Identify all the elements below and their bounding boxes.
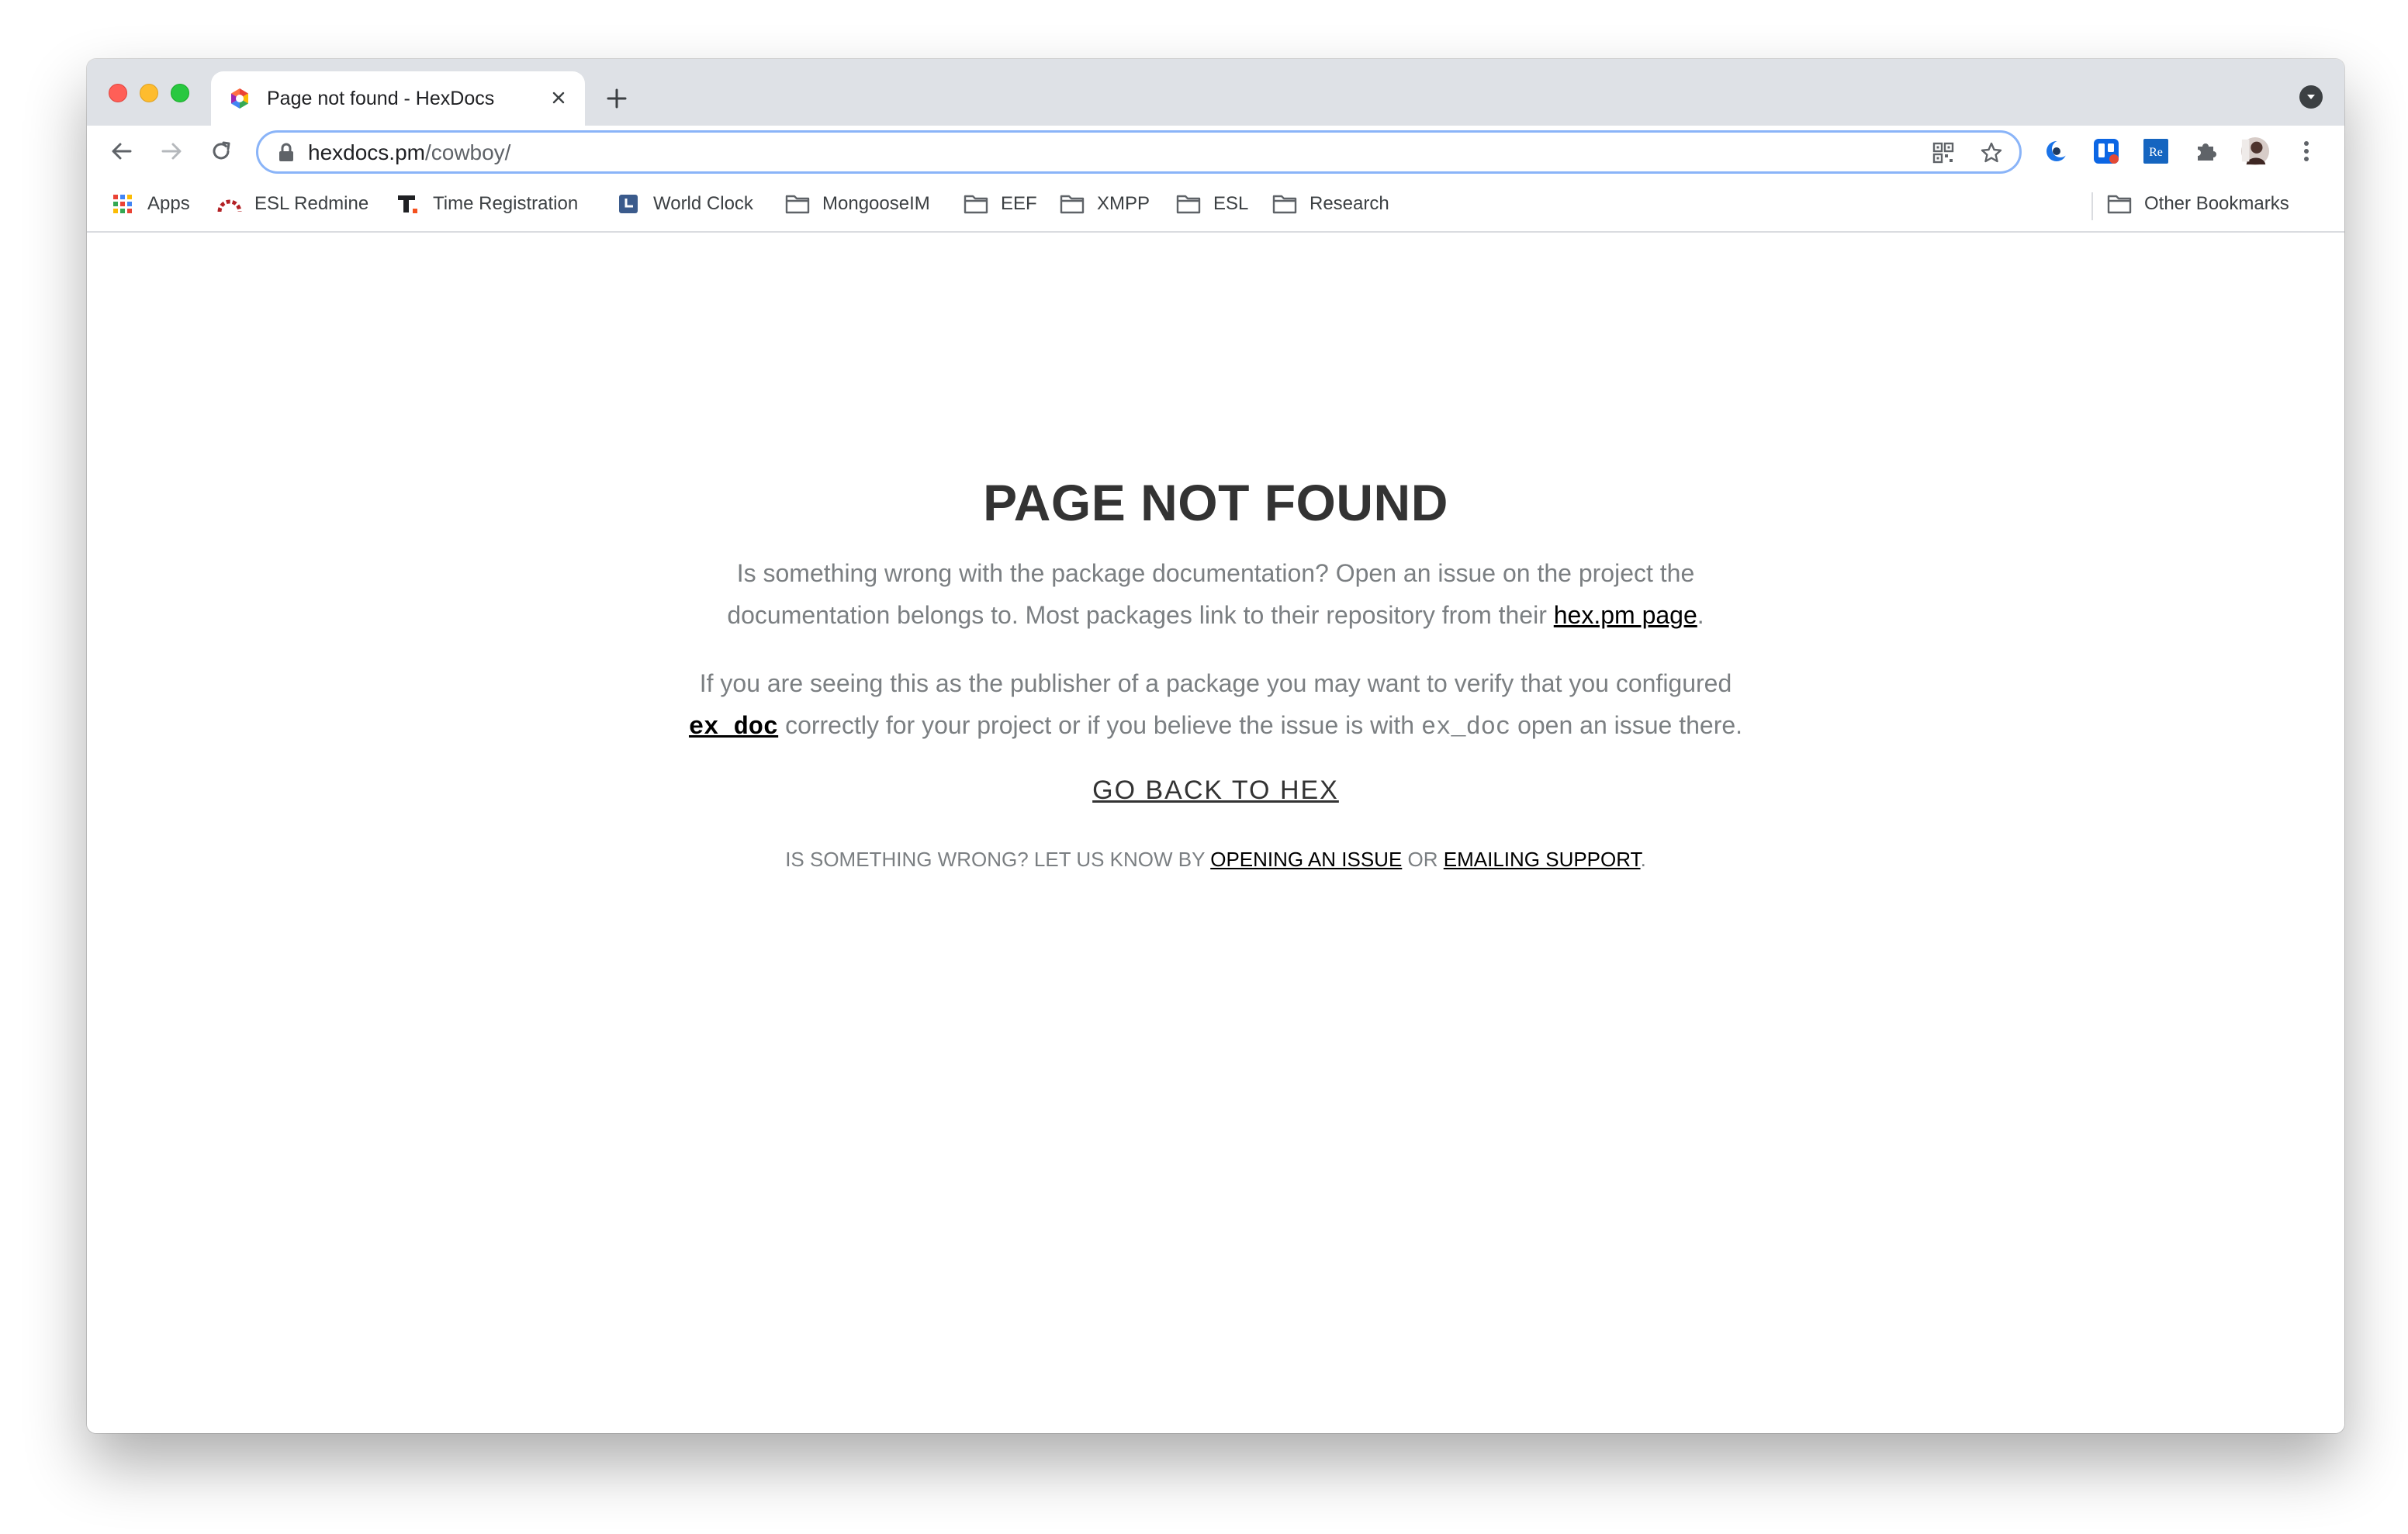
address-bar[interactable]: hexdocs.pm/cowboy/ — [256, 130, 2022, 174]
bookmark-time-registration[interactable]: Time Registration — [396, 191, 578, 217]
bookmark-label: MongooseIM — [822, 193, 930, 214]
page-content: PAGE NOT FOUND Is something wrong with t… — [87, 233, 2344, 1433]
svg-text:Re: Re — [2149, 146, 2163, 159]
publisher-paragraph: If you are seeing this as the publisher … — [673, 662, 1759, 748]
browser-menu-kebab-icon[interactable] — [2292, 136, 2321, 166]
folder-icon — [2107, 193, 2132, 215]
support-footer-end: . — [1640, 848, 1646, 871]
bookmark-other-bookmarks[interactable]: Other Bookmarks — [2107, 191, 2289, 217]
bookmark-label: Apps — [147, 193, 190, 214]
world-clock-icon — [616, 193, 641, 215]
reload-icon[interactable] — [203, 133, 239, 169]
help-paragraph: Is something wrong with the package docu… — [673, 552, 1759, 636]
bookmark-label: ESL — [1213, 193, 1249, 214]
bookmark-star-icon[interactable] — [1977, 139, 2005, 167]
bookmark-folder-eef[interactable]: EEF — [964, 191, 1037, 217]
support-footer: IS SOMETHING WRONG? LET US KNOW BY OPENI… — [87, 847, 2344, 872]
bookmark-apps[interactable]: Apps — [110, 191, 190, 217]
apps-grid-icon — [110, 193, 135, 215]
window-maximize-button[interactable] — [171, 84, 189, 102]
bookmark-folder-xmpp[interactable]: XMPP — [1060, 191, 1150, 217]
bookmark-label: Other Bookmarks — [2144, 193, 2289, 214]
browser-window: Page not found - HexDocs hexdocs.pm/cowb… — [87, 59, 2344, 1433]
page-title: PAGE NOT FOUND — [983, 474, 1448, 531]
ex-doc-link[interactable]: ex_doc — [688, 711, 779, 741]
bookmark-folder-research[interactable]: Research — [1272, 191, 1389, 217]
url-text[interactable]: hexdocs.pm/cowboy/ — [308, 140, 510, 165]
new-tab-plus-icon[interactable] — [600, 82, 633, 115]
help-paragraph-text: Is something wrong with the package docu… — [727, 559, 1695, 629]
moon-extension-icon[interactable] — [2042, 136, 2071, 166]
trello-extension-icon[interactable] — [2091, 136, 2121, 166]
folder-icon — [1176, 193, 1201, 215]
qr-code-icon[interactable] — [1929, 139, 1957, 167]
bookmark-label: EEF — [1001, 193, 1037, 214]
readcube-extension-icon[interactable]: Re — [2141, 136, 2171, 166]
bookmark-esl-redmine[interactable]: ESL Redmine — [217, 191, 368, 217]
browser-toolbar: hexdocs.pm/cowboy/ Re — [87, 126, 2344, 177]
profile-avatar[interactable] — [2240, 136, 2270, 166]
bookmarks-bar: Apps ESL Redmine Time Registration World… — [87, 177, 2344, 233]
screenshot-stage: Page not found - HexDocs hexdocs.pm/cowb… — [0, 0, 2408, 1534]
bookmark-label: XMPP — [1097, 193, 1150, 214]
bookmark-folder-esl[interactable]: ESL — [1176, 191, 1248, 217]
folder-icon — [1060, 193, 1085, 215]
tab-active[interactable]: Page not found - HexDocs — [211, 71, 585, 126]
hex-pm-page-link[interactable]: hex.pm page — [1554, 601, 1697, 629]
bookmark-label: World Clock — [653, 193, 753, 214]
bookmark-label: Research — [1310, 193, 1389, 214]
support-footer-prefix: IS SOMETHING WRONG? LET US KNOW BY — [785, 848, 1211, 871]
back-arrow-icon[interactable] — [104, 133, 140, 169]
bookmarks-separator — [2091, 192, 2093, 220]
redmine-icon — [217, 193, 242, 215]
ex-doc-inline-code: ex_doc — [1420, 713, 1511, 741]
bookmark-folder-mongooseim[interactable]: MongooseIM — [785, 191, 930, 217]
tab-search-chevron-icon[interactable] — [2299, 85, 2323, 109]
publisher-paragraph-mid: correctly for your project or if you bel… — [778, 711, 1421, 739]
bookmark-label: ESL Redmine — [254, 193, 369, 214]
time-registration-icon — [396, 193, 420, 215]
extensions-puzzle-icon[interactable] — [2191, 136, 2220, 166]
publisher-paragraph-end: open an issue there. — [1510, 711, 1743, 739]
opening-an-issue-link[interactable]: OPENING AN ISSUE — [1210, 848, 1402, 871]
bookmark-label: Time Registration — [433, 193, 579, 214]
emailing-support-link[interactable]: EMAILING SUPPORT — [1444, 848, 1641, 871]
support-footer-or: OR — [1402, 848, 1444, 871]
bookmark-world-clock[interactable]: World Clock — [616, 191, 753, 217]
forward-arrow-icon[interactable] — [154, 133, 189, 169]
help-paragraph-end: . — [1697, 601, 1704, 629]
go-back-to-hex-link[interactable]: GO BACK TO HEX — [1092, 776, 1339, 805]
lock-icon[interactable] — [277, 143, 296, 163]
folder-icon — [964, 193, 988, 215]
ex-doc-link-code: ex_doc — [688, 713, 779, 741]
title-bar: Page not found - HexDocs — [87, 59, 2344, 126]
folder-icon — [1272, 193, 1297, 215]
tab-title: Page not found - HexDocs — [267, 88, 495, 109]
tab-close-icon[interactable] — [545, 84, 573, 112]
folder-icon — [785, 193, 810, 215]
hexdocs-favicon-icon — [231, 88, 248, 109]
go-back-to-hex-link-container: GO BACK TO HEX — [87, 774, 2344, 807]
window-close-button[interactable] — [109, 84, 127, 102]
publisher-paragraph-text: If you are seeing this as the publisher … — [699, 669, 1732, 697]
window-minimize-button[interactable] — [140, 84, 158, 102]
